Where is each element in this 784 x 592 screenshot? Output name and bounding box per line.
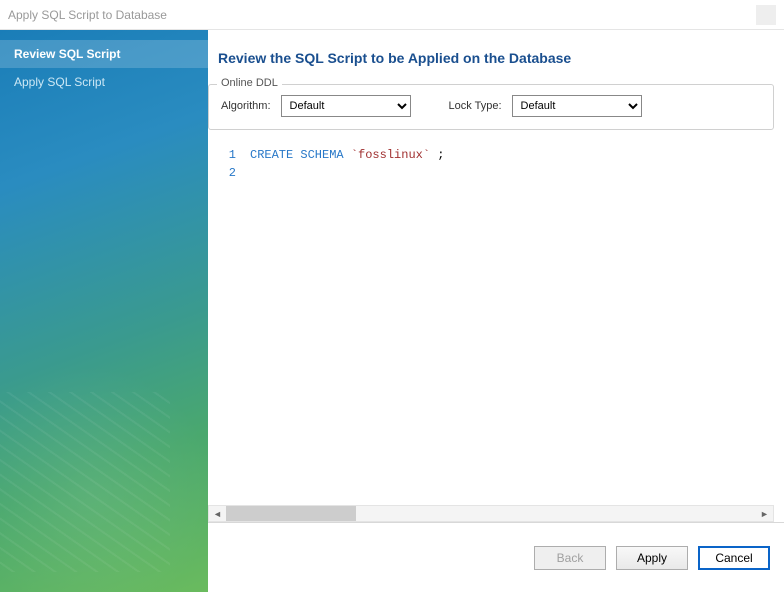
line-number: 2 [208,164,236,182]
scroll-track[interactable] [226,506,756,521]
horizontal-scrollbar[interactable]: ◄ ► [208,505,774,522]
online-ddl-legend: Online DDL [217,77,282,89]
titlebar: Apply SQL Script to Database [0,0,784,30]
locktype-select[interactable]: Default [512,95,642,117]
close-icon[interactable] [756,5,776,25]
content: Review the SQL Script to be Applied on t… [208,30,784,592]
back-button: Back [534,546,606,570]
scroll-right-icon[interactable]: ► [756,506,773,521]
algorithm-label: Algorithm: [221,100,271,112]
code-line [250,164,774,182]
sidebar-item-review[interactable]: Review SQL Script [0,40,208,68]
algorithm-select[interactable]: Default [281,95,411,117]
sql-editor[interactable]: 1 2 CREATE SCHEMA `fosslinux` ; [208,146,774,499]
sidebar: Review SQL Script Apply SQL Script [0,30,208,592]
line-number: 1 [208,146,236,164]
sidebar-item-label: Review SQL Script [14,47,120,61]
editor-code[interactable]: CREATE SCHEMA `fosslinux` ; [250,146,774,499]
main: Review SQL Script Apply SQL Script Revie… [0,30,784,592]
editor-gutter: 1 2 [208,146,250,499]
apply-button[interactable]: Apply [616,546,688,570]
ddl-row: Algorithm: Default Lock Type: Default [221,95,761,117]
scroll-left-icon[interactable]: ◄ [209,506,226,521]
sidebar-item-apply[interactable]: Apply SQL Script [0,68,208,96]
online-ddl-group: Online DDL Algorithm: Default Lock Type:… [208,84,774,130]
footer: Back Apply Cancel [208,522,784,592]
scroll-thumb[interactable] [226,506,356,521]
page-title: Review the SQL Script to be Applied on t… [208,30,784,84]
code-line: CREATE SCHEMA `fosslinux` ; [250,146,774,164]
titlebar-text: Apply SQL Script to Database [8,8,756,22]
sidebar-item-label: Apply SQL Script [14,75,105,89]
cancel-button[interactable]: Cancel [698,546,770,570]
locktype-label: Lock Type: [449,100,502,112]
